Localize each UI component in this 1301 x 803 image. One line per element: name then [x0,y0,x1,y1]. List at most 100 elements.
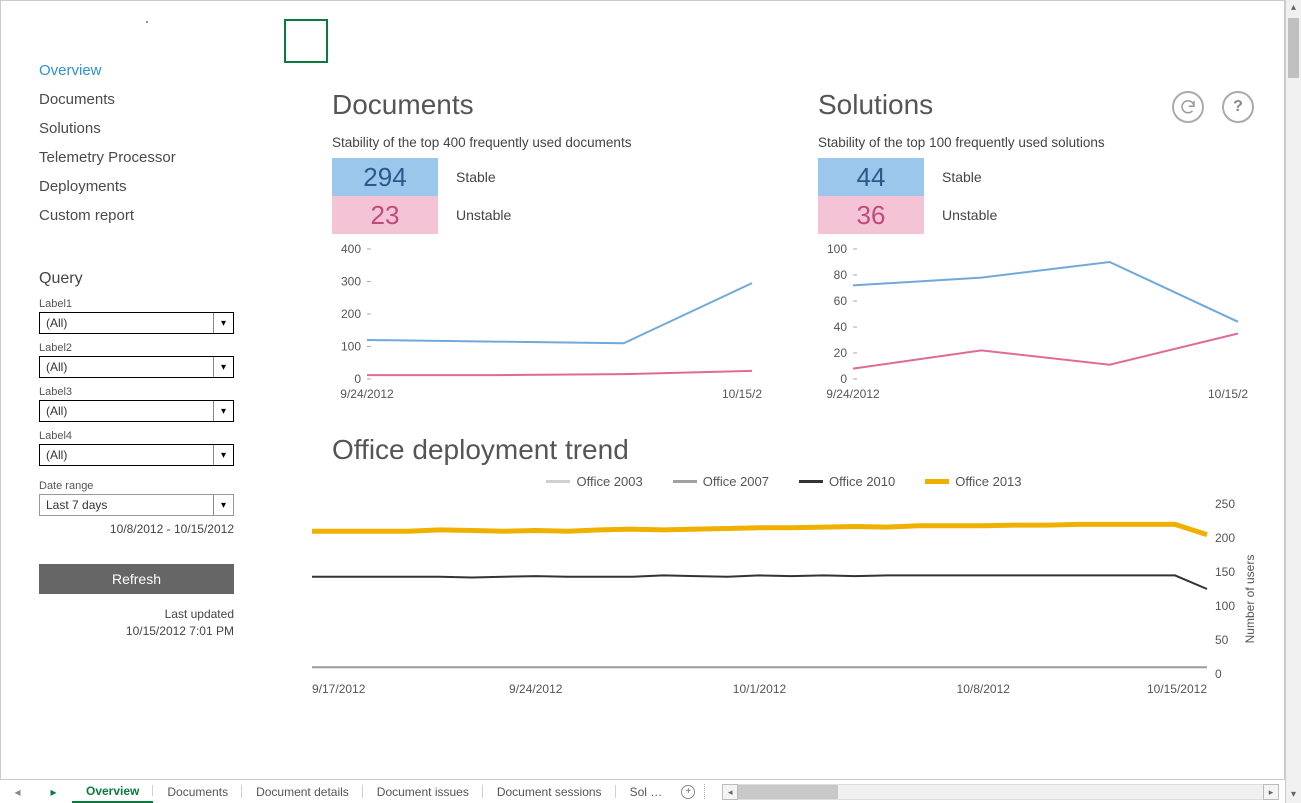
solutions-stable-kpi: 44 Stable [818,158,1254,196]
documents-chart: 0 100 200 300 400 9/24/2012 10/15/2012 [332,244,768,404]
tab-document-details[interactable]: Document details [242,780,363,803]
chevron-down-icon [213,401,233,421]
date-range-value: Last 7 days [40,498,213,512]
horizontal-scrollbar[interactable]: ◂ ▸ [722,784,1279,799]
legend-office-2003: Office 2003 [546,474,642,489]
filter-value-2: (All) [40,360,213,374]
tab-next-button[interactable]: ▸ [36,780,72,803]
query-panel: Query Label1 (All) Label2 (All) Label3 (… [39,270,234,640]
nav-item-deployments[interactable]: Deployments [39,172,276,201]
svg-text:100: 100 [827,244,847,256]
svg-text:0: 0 [1215,667,1222,681]
date-range-label: Date range [39,480,234,492]
solutions-stable-label: Stable [942,169,982,185]
hscroll-thumb[interactable] [738,785,838,799]
trend-chart: 0501001502002509/17/20129/24/201210/1/20… [302,499,1284,702]
nav-item-solutions[interactable]: Solutions [39,114,276,143]
svg-text:9/24/2012: 9/24/2012 [340,387,394,401]
documents-stable-count: 294 [332,158,438,196]
chevron-down-icon [213,357,233,377]
filter-select-1[interactable]: (All) [39,312,234,334]
scroll-up-icon[interactable]: ▴ [1286,0,1301,16]
tab-overview[interactable]: Overview [72,780,153,803]
nav-item-overview[interactable]: Overview [39,56,276,85]
documents-stable-label: Stable [456,169,496,185]
chevron-down-icon [213,445,233,465]
documents-stable-kpi: 294 Stable [332,158,768,196]
legend-office-2010: Office 2010 [799,474,895,489]
nav-item-custom-report[interactable]: Custom report [39,201,276,230]
solutions-unstable-kpi: 36 Unstable [818,196,1254,234]
svg-text:400: 400 [341,244,361,256]
svg-text:40: 40 [834,320,848,334]
legend-office-2013: Office 2013 [925,474,1021,489]
filter-value-3: (All) [40,404,213,418]
refresh-button[interactable]: Refresh [39,564,234,594]
add-sheet-button[interactable]: + [676,780,700,803]
svg-text:0: 0 [840,372,847,386]
chevron-down-icon [213,313,233,333]
svg-text:9/17/2012: 9/17/2012 [312,682,366,696]
svg-text:50: 50 [1215,633,1229,647]
hscroll-right-icon[interactable]: ▸ [1263,784,1279,800]
filter-label-1: Label1 [39,298,234,310]
documents-unstable-label: Unstable [456,207,511,223]
cell-selection[interactable] [284,19,328,63]
svg-text:0: 0 [354,372,361,386]
svg-text:10/1/2012: 10/1/2012 [733,682,787,696]
tab-document-issues[interactable]: Document issues [363,780,483,803]
tab-prev-button[interactable]: ◂ [0,780,36,803]
svg-text:200: 200 [341,307,361,321]
svg-text:80: 80 [834,268,848,282]
documents-section: Documents Stability of the top 400 frequ… [284,89,798,404]
last-updated-label: Last updated [39,606,234,623]
svg-text:100: 100 [1215,599,1235,613]
trend-legend: Office 2003 Office 2007 Office 2010 Offi… [284,474,1284,489]
solutions-title: Solutions [818,89,1254,121]
solutions-chart: 0204060801009/24/201210/15/2012 [818,244,1254,404]
decorative-dot [146,21,148,23]
date-range-select[interactable]: Last 7 days [39,494,234,516]
filter-label-2: Label2 [39,342,234,354]
solutions-section: Solutions Stability of the top 100 frequ… [798,89,1284,404]
trend-title: Office deployment trend [332,434,1284,466]
svg-text:150: 150 [1215,565,1235,579]
main-content: ? Documents Stability of the top 400 fre… [284,1,1284,786]
scrollbar-thumb[interactable] [1288,18,1299,78]
nav-item-telemetry-processor[interactable]: Telemetry Processor [39,143,276,172]
documents-subtitle: Stability of the top 400 frequently used… [332,135,768,150]
solutions-unstable-count: 36 [818,196,924,234]
date-range-text: 10/8/2012 - 10/15/2012 [39,522,234,536]
svg-text:Number of users: Number of users [1243,555,1257,644]
filter-select-4[interactable]: (All) [39,444,234,466]
svg-text:10/15/2012: 10/15/2012 [1208,387,1248,401]
filter-select-3[interactable]: (All) [39,400,234,422]
filter-label-4: Label4 [39,430,234,442]
svg-text:9/24/2012: 9/24/2012 [509,682,563,696]
chevron-down-icon [213,495,233,515]
svg-text:100: 100 [341,340,361,354]
vertical-scrollbar[interactable]: ▴ ▾ [1285,0,1301,803]
filter-select-2[interactable]: (All) [39,356,234,378]
hscroll-left-icon[interactable]: ◂ [722,784,738,800]
filter-value-4: (All) [40,448,213,462]
svg-text:300: 300 [341,275,361,289]
scroll-down-icon[interactable]: ▾ [1286,787,1301,803]
sheet-tab-bar: ◂ ▸ Overview Documents Document details … [0,779,1285,803]
solutions-stable-count: 44 [818,158,924,196]
tab-document-sessions[interactable]: Document sessions [483,780,616,803]
documents-unstable-count: 23 [332,196,438,234]
svg-text:10/8/2012: 10/8/2012 [957,682,1011,696]
plus-icon: + [681,785,695,799]
svg-text:20: 20 [834,346,848,360]
filter-label-3: Label3 [39,386,234,398]
svg-text:250: 250 [1215,499,1235,511]
documents-title: Documents [332,89,768,121]
tab-documents[interactable]: Documents [153,780,242,803]
legend-office-2007: Office 2007 [673,474,769,489]
last-updated-time: 10/15/2012 7:01 PM [39,623,234,640]
svg-text:10/15/2012: 10/15/2012 [722,387,762,401]
tab-sol-more[interactable]: Sol … [616,780,677,803]
nav-item-documents[interactable]: Documents [39,85,276,114]
nav: Overview Documents Solutions Telemetry P… [39,56,276,230]
